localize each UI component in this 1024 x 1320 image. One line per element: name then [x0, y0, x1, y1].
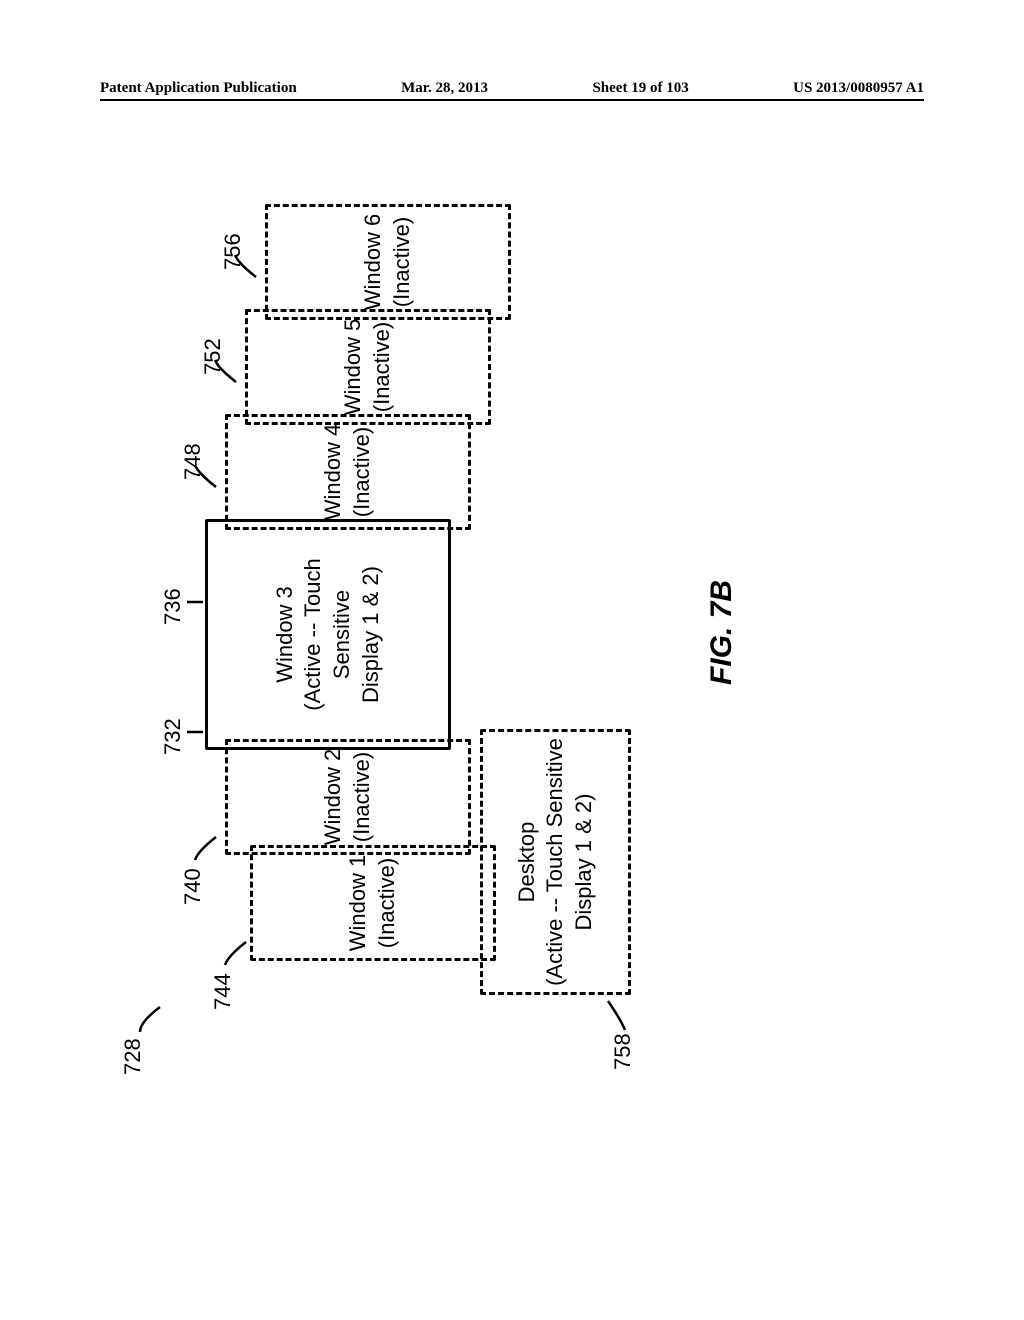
- ref-744: 744: [210, 973, 236, 1010]
- leader-748: [190, 459, 222, 495]
- ref-728: 728: [120, 1038, 146, 1075]
- leader-732: [185, 719, 205, 745]
- leader-740: [190, 829, 222, 865]
- window-2-label: Window 2 (Inactive): [319, 749, 376, 846]
- page-header: Patent Application Publication Mar. 28, …: [100, 80, 924, 101]
- window-6-label: Window 6 (Inactive): [359, 214, 416, 311]
- pub-type: Patent Application Publication: [100, 80, 297, 97]
- leader-758: [603, 995, 631, 1035]
- ref-732: 732: [160, 718, 186, 755]
- ref-758: 758: [610, 1033, 636, 1070]
- pub-number: US 2013/0080957 A1: [793, 80, 924, 97]
- figure-label: FIG. 7B: [705, 580, 739, 685]
- ref-740: 740: [180, 868, 206, 905]
- window-4-box: Window 4 (Inactive): [225, 414, 471, 530]
- window-1-box: Window 1 (Inactive): [250, 845, 496, 961]
- leader-744: [220, 934, 252, 970]
- window-2-box: Window 2 (Inactive): [225, 739, 471, 855]
- sheet-info: Sheet 19 of 103: [592, 80, 688, 97]
- leader-728: [135, 997, 165, 1037]
- pub-date: Mar. 28, 2013: [401, 80, 488, 97]
- ref-736: 736: [160, 588, 186, 625]
- window-1-label: Window 1 (Inactive): [344, 855, 401, 952]
- leader-752: [210, 354, 242, 390]
- window-6-box: Window 6 (Inactive): [265, 204, 511, 320]
- window-5-label: Window 5 (Inactive): [339, 319, 396, 416]
- desktop-label: Desktop (Active -- Touch Sensitive Displ…: [513, 738, 599, 986]
- window-3-box: Window 3 (Active -- Touch Sensitive Disp…: [205, 519, 451, 750]
- patent-diagram: 728 744 740 732 736 748 752 756 Window 1…: [65, 315, 935, 955]
- desktop-box: Desktop (Active -- Touch Sensitive Displ…: [480, 729, 631, 995]
- leader-736: [185, 589, 205, 615]
- leader-756: [230, 249, 262, 285]
- window-3-label: Window 3 (Active -- Touch Sensitive Disp…: [271, 522, 385, 747]
- window-5-box: Window 5 (Inactive): [245, 309, 491, 425]
- window-4-label: Window 4 (Inactive): [319, 424, 376, 521]
